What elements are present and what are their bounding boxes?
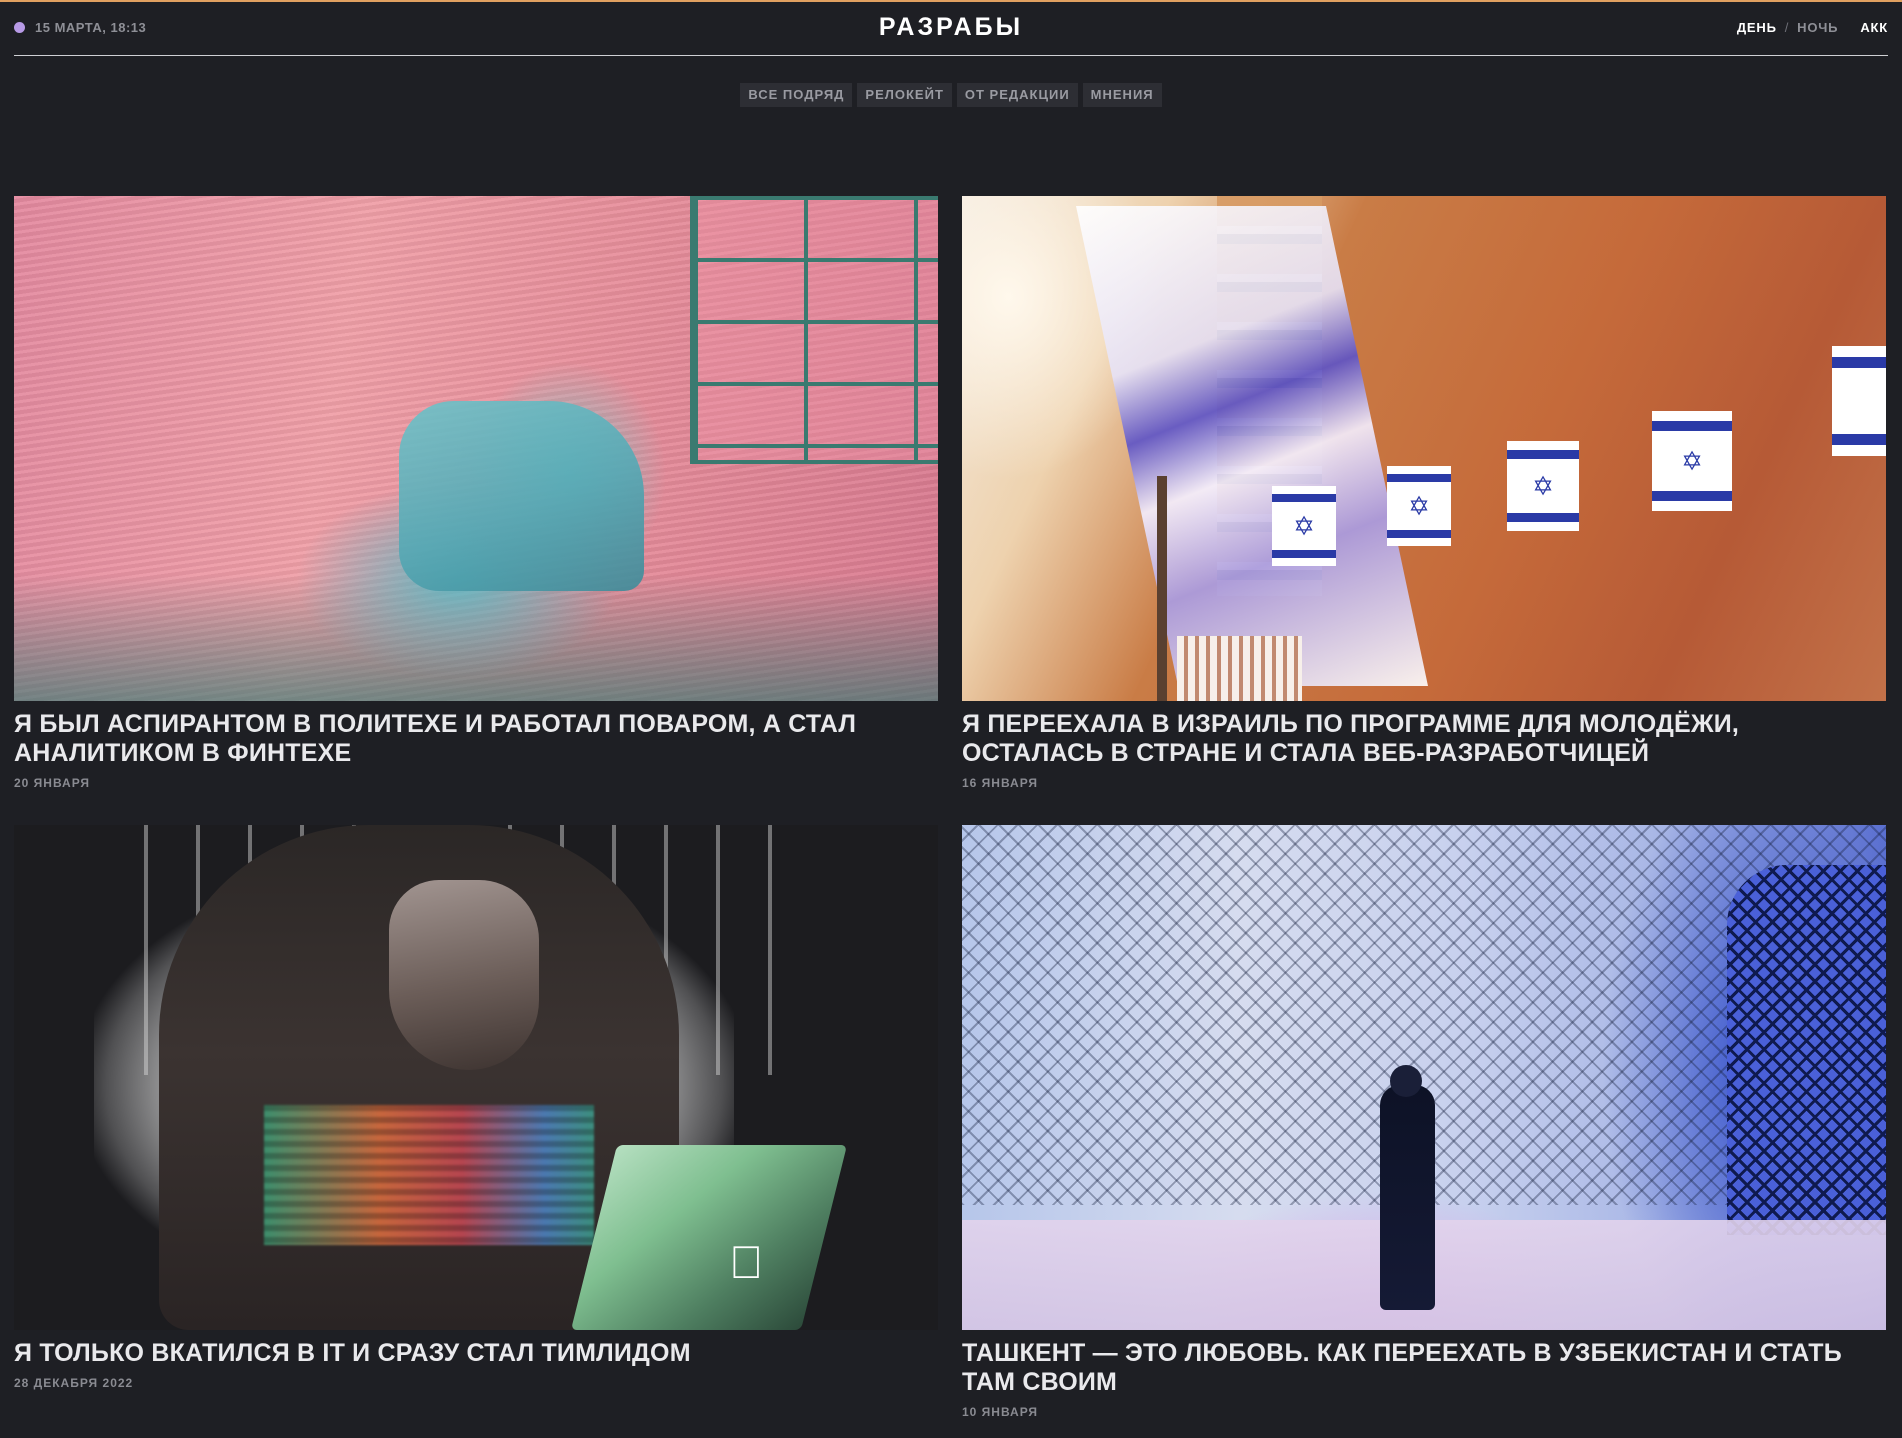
article-date: 28 ДЕКАБРЯ 2022	[14, 1376, 134, 1390]
account-link[interactable]: АКК	[1860, 20, 1888, 35]
article-title[interactable]: ТАШКЕНТ — ЭТО ЛЮБОВЬ. КАК ПЕРЕЕХАТЬ В УЗ…	[962, 1339, 1886, 1397]
live-date: 15 МАРТА, 18:13	[14, 20, 146, 35]
article-card[interactable]: ТАШКЕНТ — ЭТО ЛЮБОВЬ. КАК ПЕРЕЕХАТЬ В УЗ…	[962, 825, 1886, 1419]
flag-icon	[1832, 346, 1886, 456]
theme-night-toggle[interactable]: НОЧЬ	[1797, 20, 1838, 35]
star-of-david-icon: ✡	[1293, 511, 1315, 541]
blue-arch-graphic	[1727, 865, 1886, 1235]
person-graphic	[399, 401, 644, 591]
article-image-tashkent[interactable]	[962, 825, 1886, 1330]
category-tags: ВСЕ ПОДРЯД РЕЛОКЕЙТ ОТ РЕДАКЦИИ МНЕНИЯ	[0, 83, 1902, 107]
article-title[interactable]: Я БЫЛ АСПИРАНТОМ В ПОЛИТЕХЕ И РАБОТАЛ ПО…	[14, 710, 938, 768]
flag-icon: ✡	[1652, 411, 1732, 511]
article-title[interactable]: Я ТОЛЬКО ВКАТИЛСЯ В IT И СРАЗУ СТАЛ ТИМЛ…	[14, 1339, 938, 1368]
flag-icon: ✡	[1272, 486, 1336, 566]
star-of-david-icon: ✡	[1408, 491, 1430, 521]
fence-graphic	[1177, 636, 1302, 701]
laptop-graphic	[570, 1145, 848, 1330]
article-image-israel[interactable]: ✡ ✡ ✡ ✡	[962, 196, 1886, 701]
flag-icon: ✡	[1507, 441, 1579, 531]
current-date: 15 МАРТА, 18:13	[35, 20, 147, 35]
article-image-hacker[interactable]: 	[14, 825, 938, 1330]
article-card[interactable]: Я БЫЛ АСПИРАНТОМ В ПОЛИТЕХЕ И РАБОТАЛ ПО…	[14, 196, 938, 790]
article-image-kitchen[interactable]	[14, 196, 938, 701]
tag-relocate[interactable]: РЕЛОКЕЙТ	[857, 83, 952, 107]
article-title[interactable]: Я ПЕРЕЕХАЛА В ИЗРАИЛЬ ПО ПРОГРАММЕ ДЛЯ М…	[962, 710, 1886, 768]
article-card[interactable]:  Я ТОЛЬКО ВКАТИЛСЯ В IT И СРАЗУ СТАЛ ТИ…	[14, 825, 938, 1390]
live-dot-icon	[14, 22, 25, 33]
pole-graphic	[1157, 476, 1167, 701]
apple-logo-icon: 	[729, 1235, 764, 1289]
theme-separator: /	[1784, 20, 1790, 35]
site-header: 15 МАРТА, 18:13 РАЗРАБЫ ДЕНЬ / НОЧЬ АКК	[14, 2, 1888, 56]
star-of-david-icon: ✡	[1532, 471, 1554, 501]
article-card[interactable]: ✡ ✡ ✡ ✡ Я ПЕРЕЕХАЛА В ИЗРАИЛЬ ПО ПРОГРАМ…	[962, 196, 1886, 790]
theme-day-toggle[interactable]: ДЕНЬ	[1737, 20, 1777, 35]
article-date: 10 ЯНВАРЯ	[962, 1405, 1039, 1419]
tag-all[interactable]: ВСЕ ПОДРЯД	[740, 83, 853, 107]
code-glow-graphic	[264, 1105, 594, 1245]
photographer-graphic	[1380, 1085, 1435, 1310]
schedule-board-graphic	[690, 196, 938, 464]
photographer-head-graphic	[1390, 1065, 1422, 1097]
article-date: 20 ЯНВАРЯ	[14, 776, 91, 790]
article-date: 16 ЯНВАРЯ	[962, 776, 1039, 790]
face-graphic	[389, 880, 539, 1070]
flag-icon: ✡	[1387, 466, 1451, 546]
header-controls: ДЕНЬ / НОЧЬ АКК	[1737, 20, 1888, 35]
site-logo[interactable]: РАЗРАБЫ	[879, 13, 1023, 42]
tag-opinions[interactable]: МНЕНИЯ	[1082, 83, 1162, 107]
tag-editorial[interactable]: ОТ РЕДАКЦИИ	[956, 83, 1078, 107]
star-of-david-icon: ✡	[1681, 446, 1703, 476]
draped-flag-graphic	[1075, 206, 1429, 686]
